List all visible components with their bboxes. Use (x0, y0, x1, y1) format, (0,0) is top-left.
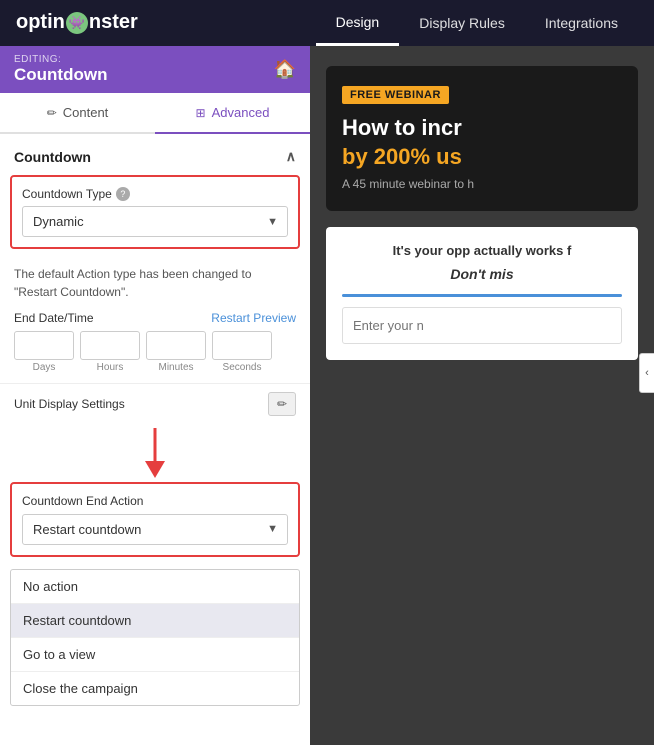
dropdown-item-close-campaign[interactable]: Close the campaign (11, 672, 299, 705)
nav-tab-display-rules[interactable]: Display Rules (399, 0, 525, 46)
seconds-label: Seconds (223, 362, 262, 373)
dropdown-item-no-action[interactable]: No action (11, 570, 299, 604)
tab-row: ✏ Content ⊞ Advanced (0, 93, 310, 134)
panel-toggle-button[interactable]: ‹ (639, 353, 654, 393)
help-icon[interactable]: ? (116, 187, 130, 201)
minutes-input-group: ▲ ▼ Minutes (146, 331, 206, 373)
seconds-input-box: ▲ ▼ (212, 331, 272, 360)
end-action-label: Countdown End Action (22, 494, 288, 508)
days-input[interactable] (15, 333, 74, 358)
nav-tabs: Design Display Rules Integrations (316, 0, 638, 46)
dropdown-item-restart-countdown[interactable]: Restart countdown (11, 604, 299, 638)
red-arrow-annotation (0, 428, 310, 478)
white-card: It's your opp actually works f Don't mis (326, 227, 638, 360)
chevron-up-icon[interactable]: ∧ (286, 148, 296, 165)
info-message: The default Action type has been changed… (0, 259, 310, 311)
nav-tab-integrations[interactable]: Integrations (525, 0, 638, 46)
dropdown-item-go-to-view[interactable]: Go to a view (11, 638, 299, 672)
nav-tab-design[interactable]: Design (316, 0, 400, 46)
logo-monster-icon: 👾 (66, 12, 88, 34)
hours-input-box: ▲ ▼ (80, 331, 140, 360)
minutes-input[interactable] (147, 333, 206, 358)
seconds-input-group: ▲ ▼ Seconds (212, 331, 272, 373)
preview-content: FREE WEBINAR How to incr by 200% us A 45… (310, 46, 654, 745)
logo: optin👾nster (16, 11, 138, 35)
hours-label: Hours (97, 362, 124, 373)
promo-subtext: A 45 minute webinar to h (342, 177, 622, 191)
minutes-label: Minutes (158, 362, 193, 373)
restart-preview-link[interactable]: Restart Preview (211, 311, 296, 325)
main-layout: EDITING: Countdown 🏠 ✏ Content ⊞ Advance… (0, 46, 654, 745)
top-navigation: optin👾nster Design Display Rules Integra… (0, 0, 654, 46)
tab-content[interactable]: ✏ Content (0, 93, 155, 134)
datetime-inputs: ▲ ▼ Days ▲ ▼ Hours (14, 331, 296, 373)
home-button[interactable]: 🏠 (274, 59, 296, 80)
hours-input-group: ▲ ▼ Hours (80, 331, 140, 373)
datetime-label: End Date/Time (14, 311, 94, 325)
hours-input[interactable] (81, 333, 140, 358)
right-panel-preview: FREE WEBINAR How to incr by 200% us A 45… (310, 46, 654, 745)
countdown-type-select[interactable]: Dynamic Static Evergreen (22, 206, 288, 237)
end-action-select-wrapper: No action Restart countdown Go to a view… (22, 514, 288, 545)
email-input-preview[interactable] (342, 307, 622, 344)
pencil-icon: ✏ (47, 106, 57, 120)
unit-settings-edit-button[interactable]: ✏ (268, 392, 296, 416)
editing-label: EDITING: (14, 54, 107, 65)
grid-icon: ⊞ (196, 106, 206, 120)
editing-title: Countdown (14, 65, 107, 84)
end-action-box: Countdown End Action No action Restart c… (10, 482, 300, 557)
minutes-input-box: ▲ ▼ (146, 331, 206, 360)
unit-settings-row: Unit Display Settings ✏ (0, 383, 310, 424)
logo-text: optin👾nster (16, 11, 138, 35)
days-input-box: ▲ ▼ (14, 331, 74, 360)
section-header-countdown: Countdown ∧ (0, 134, 310, 175)
countdown-type-label: Countdown Type ? (22, 187, 288, 201)
section-title: Countdown (14, 149, 91, 165)
editing-info: EDITING: Countdown (14, 54, 107, 85)
down-arrow-icon (140, 428, 170, 478)
datetime-section: End Date/Time Restart Preview ▲ ▼ Days (0, 311, 310, 383)
editing-header: EDITING: Countdown 🏠 (0, 46, 310, 93)
promo-headline: How to incr by 200% us (342, 114, 622, 171)
promo-card: FREE WEBINAR How to incr by 200% us A 45… (326, 66, 638, 211)
days-label: Days (33, 362, 56, 373)
seconds-input[interactable] (213, 333, 272, 358)
blue-divider-line (342, 294, 622, 297)
card-italic-text: Don't mis (342, 266, 622, 282)
tab-advanced[interactable]: ⊞ Advanced (155, 93, 310, 134)
days-input-group: ▲ ▼ Days (14, 331, 74, 373)
left-panel: EDITING: Countdown 🏠 ✏ Content ⊞ Advance… (0, 46, 310, 745)
card-body-text: It's your opp actually works f (342, 243, 622, 258)
free-webinar-badge: FREE WEBINAR (342, 86, 449, 104)
dropdown-list: No action Restart countdown Go to a view… (10, 569, 300, 706)
unit-settings-label: Unit Display Settings (14, 397, 125, 411)
countdown-type-select-wrapper: Dynamic Static Evergreen ▼ (22, 206, 288, 237)
end-action-select[interactable]: No action Restart countdown Go to a view… (22, 514, 288, 545)
countdown-type-box: Countdown Type ? Dynamic Static Evergree… (10, 175, 300, 249)
